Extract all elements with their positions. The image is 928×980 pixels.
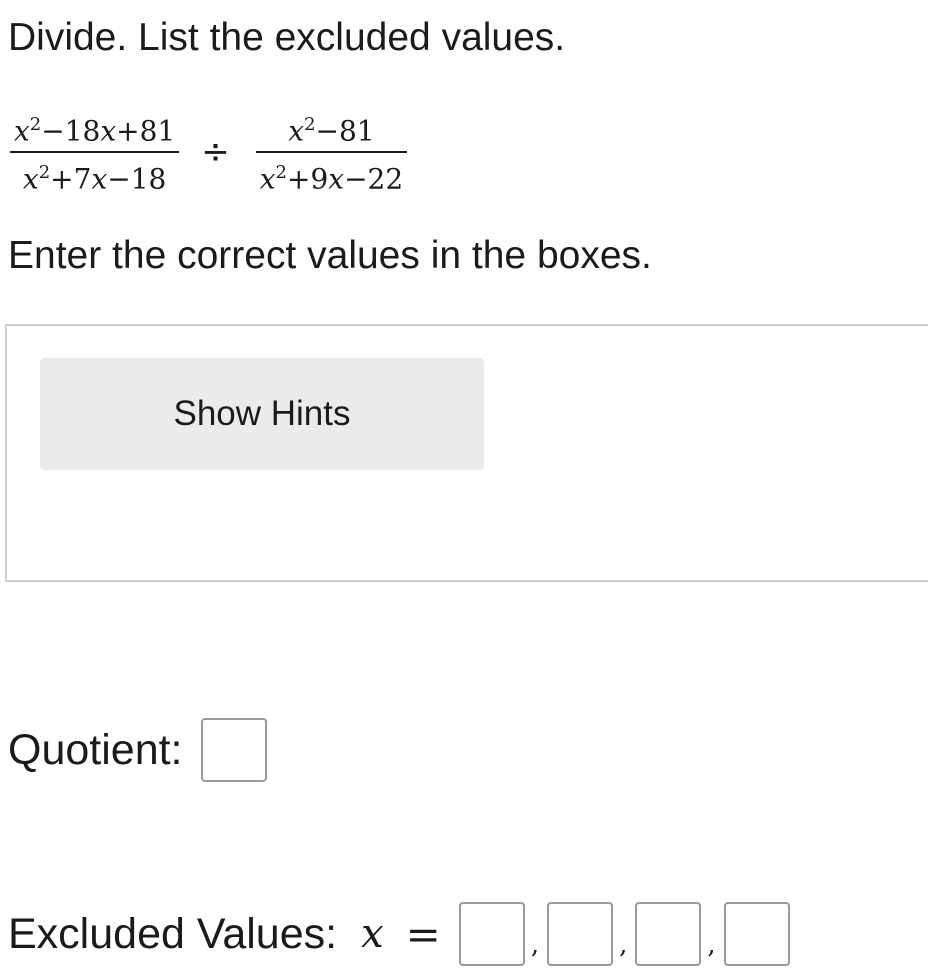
equals-sign: =: [405, 909, 441, 959]
instruction-text: Divide. List the excluded values.: [8, 16, 566, 59]
quotient-row: Quotient:: [8, 718, 267, 782]
second-fraction: x2−81 x2+9x−22: [255, 108, 408, 197]
excluded-values-label: Excluded Values:: [8, 909, 338, 958]
excluded-value-input-3[interactable]: [635, 902, 702, 966]
division-problem: x2−18x+81 x2+7x−18 ÷ x2−81 x2+9x−22: [10, 108, 408, 197]
comma-separator: ,: [707, 930, 716, 960]
show-hints-button[interactable]: Show Hints: [40, 358, 484, 470]
comma-separator: ,: [530, 930, 540, 960]
fraction-bar: [255, 151, 408, 154]
comma-separator: ,: [619, 930, 628, 960]
fraction-bar: [10, 151, 180, 154]
enter-prompt: Enter the correct values in the boxes.: [8, 234, 652, 277]
second-fraction-numerator: x2−81: [288, 114, 375, 148]
first-fraction-denominator: x2+7x−18: [22, 162, 167, 196]
first-fraction: x2−18x+81 x2+7x−18: [10, 108, 180, 197]
excluded-values-row: Excluded Values: x = , , ,: [8, 902, 790, 966]
quotient-input[interactable]: [200, 718, 267, 782]
quotient-label: Quotient:: [8, 725, 183, 774]
excluded-variable: x: [361, 911, 384, 957]
hints-panel: Show Hints: [5, 324, 928, 582]
excluded-value-input-4[interactable]: [723, 902, 790, 966]
division-operator: ÷: [201, 132, 230, 173]
excluded-value-input-2[interactable]: [547, 902, 614, 966]
excluded-value-input-1[interactable]: [458, 902, 525, 966]
first-fraction-numerator: x2−18x+81: [14, 114, 176, 148]
second-fraction-denominator: x2+9x−22: [259, 162, 404, 196]
